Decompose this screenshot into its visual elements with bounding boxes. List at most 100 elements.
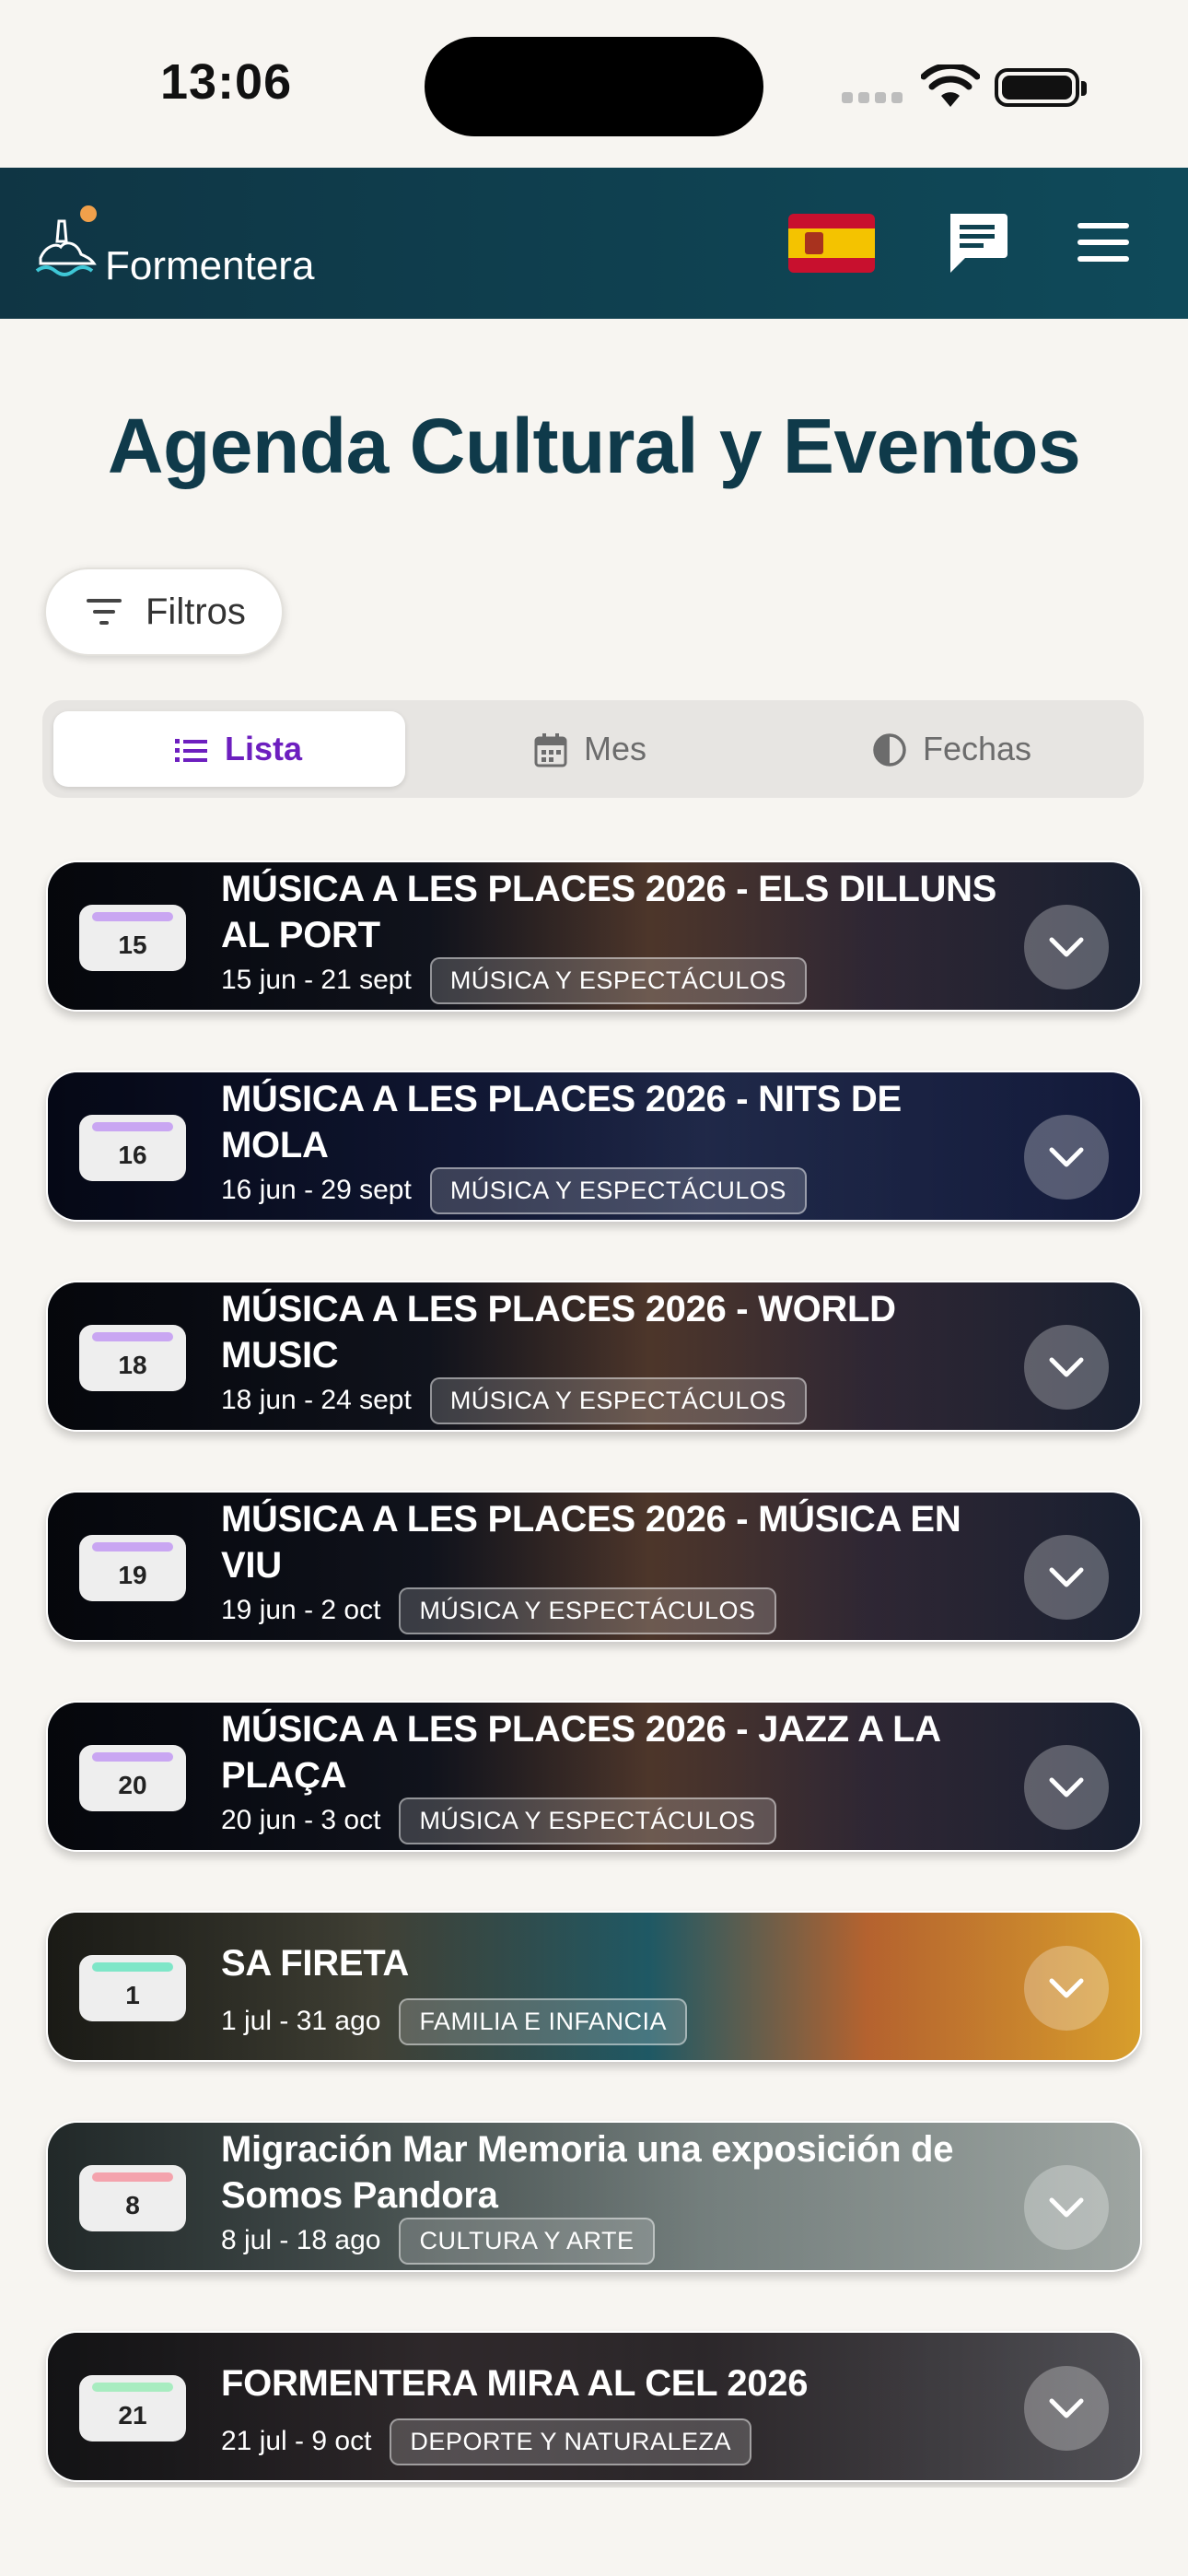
event-meta: 19 jun - 2 oct MÚSICA Y ESPECTÁCULOS	[221, 1587, 776, 1634]
event-card[interactable]: 15 MÚSICA A LES PLACES 2026 - ELS DILLUN…	[46, 861, 1142, 1012]
event-dates: 8 jul - 18 ago	[221, 2225, 381, 2255]
expand-button[interactable]	[1024, 905, 1109, 989]
calendar-icon	[534, 733, 567, 767]
event-title-line2: MUSIC	[221, 1335, 339, 1376]
expand-button[interactable]	[1024, 1535, 1109, 1620]
chevron-down-icon	[1049, 1567, 1084, 1587]
expand-button[interactable]	[1024, 1745, 1109, 1830]
event-day: 18	[118, 1351, 147, 1379]
event-dates: 15 jun - 21 sept	[221, 965, 412, 995]
event-title: FORMENTERA MIRA AL CEL 2026	[221, 2360, 1031, 2406]
event-title-line1: MÚSICA A LES PLACES 2026 - WORLD	[221, 1289, 896, 1329]
event-title-line2: VIU	[221, 1545, 282, 1586]
filters-button[interactable]: Filtros	[44, 568, 284, 656]
event-meta: 16 jun - 29 sept MÚSICA Y ESPECTÁCULOS	[221, 1166, 807, 1214]
category-color-stripe	[92, 2172, 173, 2182]
event-card[interactable]: 18 MÚSICA A LES PLACES 2026 - WORLD MUSI…	[46, 1281, 1142, 1432]
tab-label-lista: Lista	[225, 730, 303, 767]
date-badge: 15	[79, 905, 186, 971]
event-card[interactable]: 8 Migración Mar Memoria una exposición d…	[46, 2121, 1142, 2272]
event-card[interactable]: 20 MÚSICA A LES PLACES 2026 - JAZZ A LA …	[46, 1701, 1142, 1852]
tab-mes[interactable]: Mes	[420, 711, 772, 787]
filters-label: Filtros	[146, 591, 246, 632]
event-title-line2: Somos Pandora	[221, 2175, 498, 2216]
chevron-down-icon	[1049, 1147, 1084, 1167]
list-icon	[175, 739, 207, 762]
event-title: SA FIRETA	[221, 1940, 1031, 1986]
logo-text: Formentera	[105, 243, 315, 288]
event-meta: 21 jul - 9 oct DEPORTE Y NATURALEZA	[221, 2418, 752, 2465]
event-meta: 18 jun - 24 sept MÚSICA Y ESPECTÁCULOS	[221, 1376, 807, 1424]
expand-button[interactable]	[1024, 2165, 1109, 2250]
dynamic-island	[425, 37, 763, 136]
lighthouse-logo-icon	[35, 205, 97, 276]
event-meta: 20 jun - 3 oct MÚSICA Y ESPECTÁCULOS	[221, 1797, 776, 1844]
event-card[interactable]: 21 FORMENTERA MIRA AL CEL 2026 21 jul - …	[46, 2331, 1142, 2482]
signal-icon	[842, 92, 906, 105]
event-title-line1: SA FIRETA	[221, 1943, 409, 1984]
event-title-line1: MÚSICA A LES PLACES 2026 - JAZZ A LA	[221, 1709, 941, 1750]
event-title: MÚSICA A LES PLACES 2026 - WORLD MUSIC	[221, 1286, 1031, 1378]
chat-icon[interactable]	[945, 210, 1009, 276]
category-tag: MÚSICA Y ESPECTÁCULOS	[429, 1166, 807, 1214]
event-meta: 8 jul - 18 ago CULTURA Y ARTE	[221, 2217, 655, 2265]
event-meta: 1 jul - 31 ago FAMILIA E INFANCIA	[221, 1997, 688, 2045]
event-day: 8	[125, 2191, 140, 2219]
category-color-stripe	[92, 1542, 173, 1551]
tab-lista[interactable]: Lista	[53, 711, 405, 787]
category-color-stripe	[92, 2383, 173, 2392]
event-title-line1: Migración Mar Memoria una exposición de	[221, 2129, 954, 2170]
chevron-down-icon	[1049, 2197, 1084, 2218]
category-tag: DEPORTE Y NATURALEZA	[390, 2418, 752, 2465]
event-title-line1: MÚSICA A LES PLACES 2026 - ELS DILLUNS	[221, 869, 997, 909]
status-bar: 13:06	[0, 0, 1188, 168]
category-tag: CULTURA Y ARTE	[399, 2217, 655, 2265]
chevron-down-icon	[1049, 1777, 1084, 1797]
chevron-down-icon	[1049, 937, 1084, 957]
event-title: MÚSICA A LES PLACES 2026 - ELS DILLUNS A…	[221, 866, 1031, 958]
category-color-stripe	[92, 1752, 173, 1762]
expand-button[interactable]	[1024, 1115, 1109, 1200]
event-day: 16	[118, 1141, 147, 1169]
event-dates: 20 jun - 3 oct	[221, 1805, 381, 1835]
event-title-line2: MOLA	[221, 1125, 329, 1165]
category-color-stripe	[92, 1332, 173, 1341]
event-day: 20	[118, 1771, 147, 1799]
event-dates: 16 jun - 29 sept	[221, 1175, 412, 1205]
tab-fechas[interactable]: Fechas	[781, 711, 1133, 787]
page-title: Agenda Cultural y Eventos	[107, 403, 1081, 489]
app-header: Formentera	[0, 168, 1188, 319]
formentera-logo[interactable]: Formentera	[33, 201, 346, 288]
category-tag: MÚSICA Y ESPECTÁCULOS	[429, 956, 807, 1004]
spain-flag-icon[interactable]	[788, 214, 875, 273]
event-card[interactable]: 19 MÚSICA A LES PLACES 2026 - MÚSICA EN …	[46, 1491, 1142, 1642]
category-color-stripe	[92, 912, 173, 921]
date-badge: 18	[79, 1325, 186, 1391]
event-title: Migración Mar Memoria una exposición de …	[221, 2126, 1031, 2219]
event-dates: 1 jul - 31 ago	[221, 2006, 381, 2036]
category-color-stripe	[92, 1962, 173, 1972]
tab-label-mes: Mes	[584, 730, 647, 767]
date-badge: 1	[79, 1955, 186, 2021]
event-dates: 21 jul - 9 oct	[221, 2426, 372, 2456]
expand-button[interactable]	[1024, 1946, 1109, 2031]
category-tag: FAMILIA E INFANCIA	[399, 1997, 688, 2045]
event-dates: 18 jun - 24 sept	[221, 1385, 412, 1415]
event-title: MÚSICA A LES PLACES 2026 - JAZZ A LA PLA…	[221, 1706, 1031, 1798]
event-title-line2: PLAÇA	[221, 1755, 347, 1796]
hamburger-menu-icon[interactable]	[1077, 219, 1135, 267]
category-tag: MÚSICA Y ESPECTÁCULOS	[399, 1587, 776, 1634]
category-tag: MÚSICA Y ESPECTÁCULOS	[429, 1376, 807, 1424]
event-card[interactable]: 16 MÚSICA A LES PLACES 2026 - NITS DE MO…	[46, 1071, 1142, 1222]
event-title-line2: AL PORT	[221, 915, 380, 955]
view-switcher: Lista Mes Fechas	[42, 700, 1144, 798]
expand-button[interactable]	[1024, 2366, 1109, 2451]
event-card[interactable]: 1 SA FIRETA 1 jul - 31 ago FAMILIA E INF…	[46, 1911, 1142, 2062]
event-title-line1: FORMENTERA MIRA AL CEL 2026	[221, 2363, 809, 2404]
chevron-down-icon	[1049, 1357, 1084, 1377]
expand-button[interactable]	[1024, 1325, 1109, 1410]
date-badge: 16	[79, 1115, 186, 1181]
date-badge: 19	[79, 1535, 186, 1601]
battery-icon	[995, 68, 1087, 107]
event-title-line1: MÚSICA A LES PLACES 2026 - MÚSICA EN	[221, 1499, 961, 1540]
